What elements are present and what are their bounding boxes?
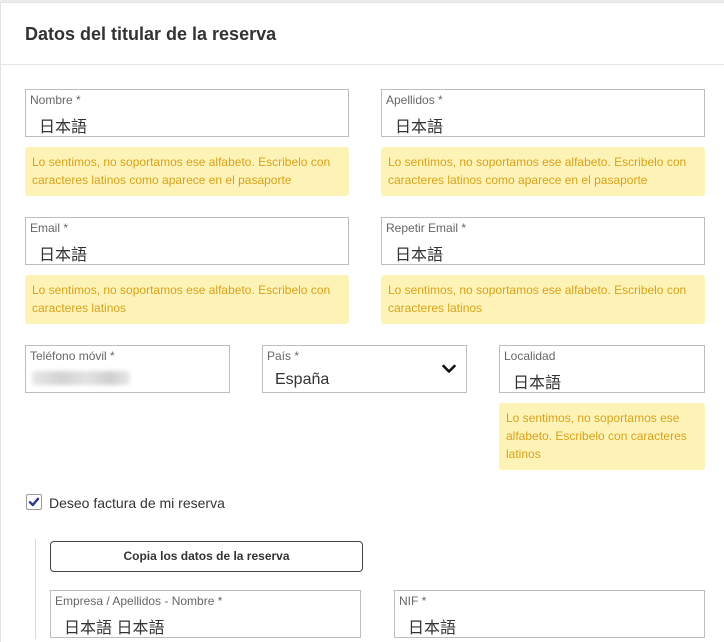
booking-holder-card: Datos del titular de la reserva Nombre *… [0, 2, 724, 642]
pais-select[interactable]: País * España [262, 345, 467, 393]
localidad-error-message: Lo sentimos, no soportamos ese alfabeto.… [499, 403, 705, 470]
apellidos-field[interactable]: Apellidos * 日本語 [381, 89, 705, 137]
nombre-error-message: Lo sentimos, no soportamos ese alfabeto.… [25, 147, 349, 196]
invoice-section-divider [35, 539, 36, 639]
empresa-field[interactable]: Empresa / Apellidos - Nombre * 日本語 日本語 [50, 590, 361, 638]
empresa-label: Empresa / Apellidos - Nombre * [55, 594, 223, 608]
nombre-value[interactable]: 日本語 [39, 113, 87, 137]
localidad-value[interactable]: 日本語 [513, 369, 561, 393]
invoice-checkbox[interactable] [26, 494, 42, 510]
email-label: Email * [30, 221, 69, 235]
repetir-email-field[interactable]: Repetir Email * 日本語 [381, 217, 705, 265]
nif-field[interactable]: NIF * 日本語 [394, 590, 705, 638]
invoice-checkbox-label[interactable]: Deseo factura de mi reserva [49, 495, 225, 511]
page-title: Datos del titular de la reserva [25, 24, 277, 44]
repetir-email-value[interactable]: 日本語 [395, 241, 443, 265]
empresa-value[interactable]: 日本語 日本語 [64, 614, 164, 638]
nif-value[interactable]: 日本語 [408, 614, 456, 638]
email-value[interactable]: 日本語 [39, 241, 87, 265]
nombre-label: Nombre * [30, 93, 81, 107]
telefono-label: Teléfono móvil * [30, 349, 115, 363]
telefono-field[interactable]: Teléfono móvil * [25, 345, 230, 393]
email-field[interactable]: Email * 日本語 [25, 217, 349, 265]
apellidos-error-message: Lo sentimos, no soportamos ese alfabeto.… [381, 147, 705, 196]
localidad-field[interactable]: Localidad 日本語 [499, 345, 705, 393]
repetir-email-label: Repetir Email * [386, 221, 467, 235]
pais-value: España [275, 371, 330, 388]
email-error-message: Lo sentimos, no soportamos ese alfabeto.… [25, 275, 349, 324]
localidad-label: Localidad [504, 349, 556, 363]
nombre-field[interactable]: Nombre * 日本語 [25, 89, 349, 137]
card-header: Datos del titular de la reserva [1, 3, 724, 65]
apellidos-label: Apellidos * [386, 93, 443, 107]
chevron-down-icon[interactable] [442, 364, 456, 374]
pais-label: País * [267, 349, 300, 363]
apellidos-value[interactable]: 日本語 [395, 113, 443, 137]
nif-label: NIF * [399, 594, 427, 608]
checkmark-icon [28, 497, 40, 507]
copy-booking-data-button[interactable]: Copia los datos de la reserva [50, 541, 363, 572]
repetir-email-error-message: Lo sentimos, no soportamos ese alfabeto.… [381, 275, 705, 324]
telefono-blurred-value [32, 371, 130, 385]
